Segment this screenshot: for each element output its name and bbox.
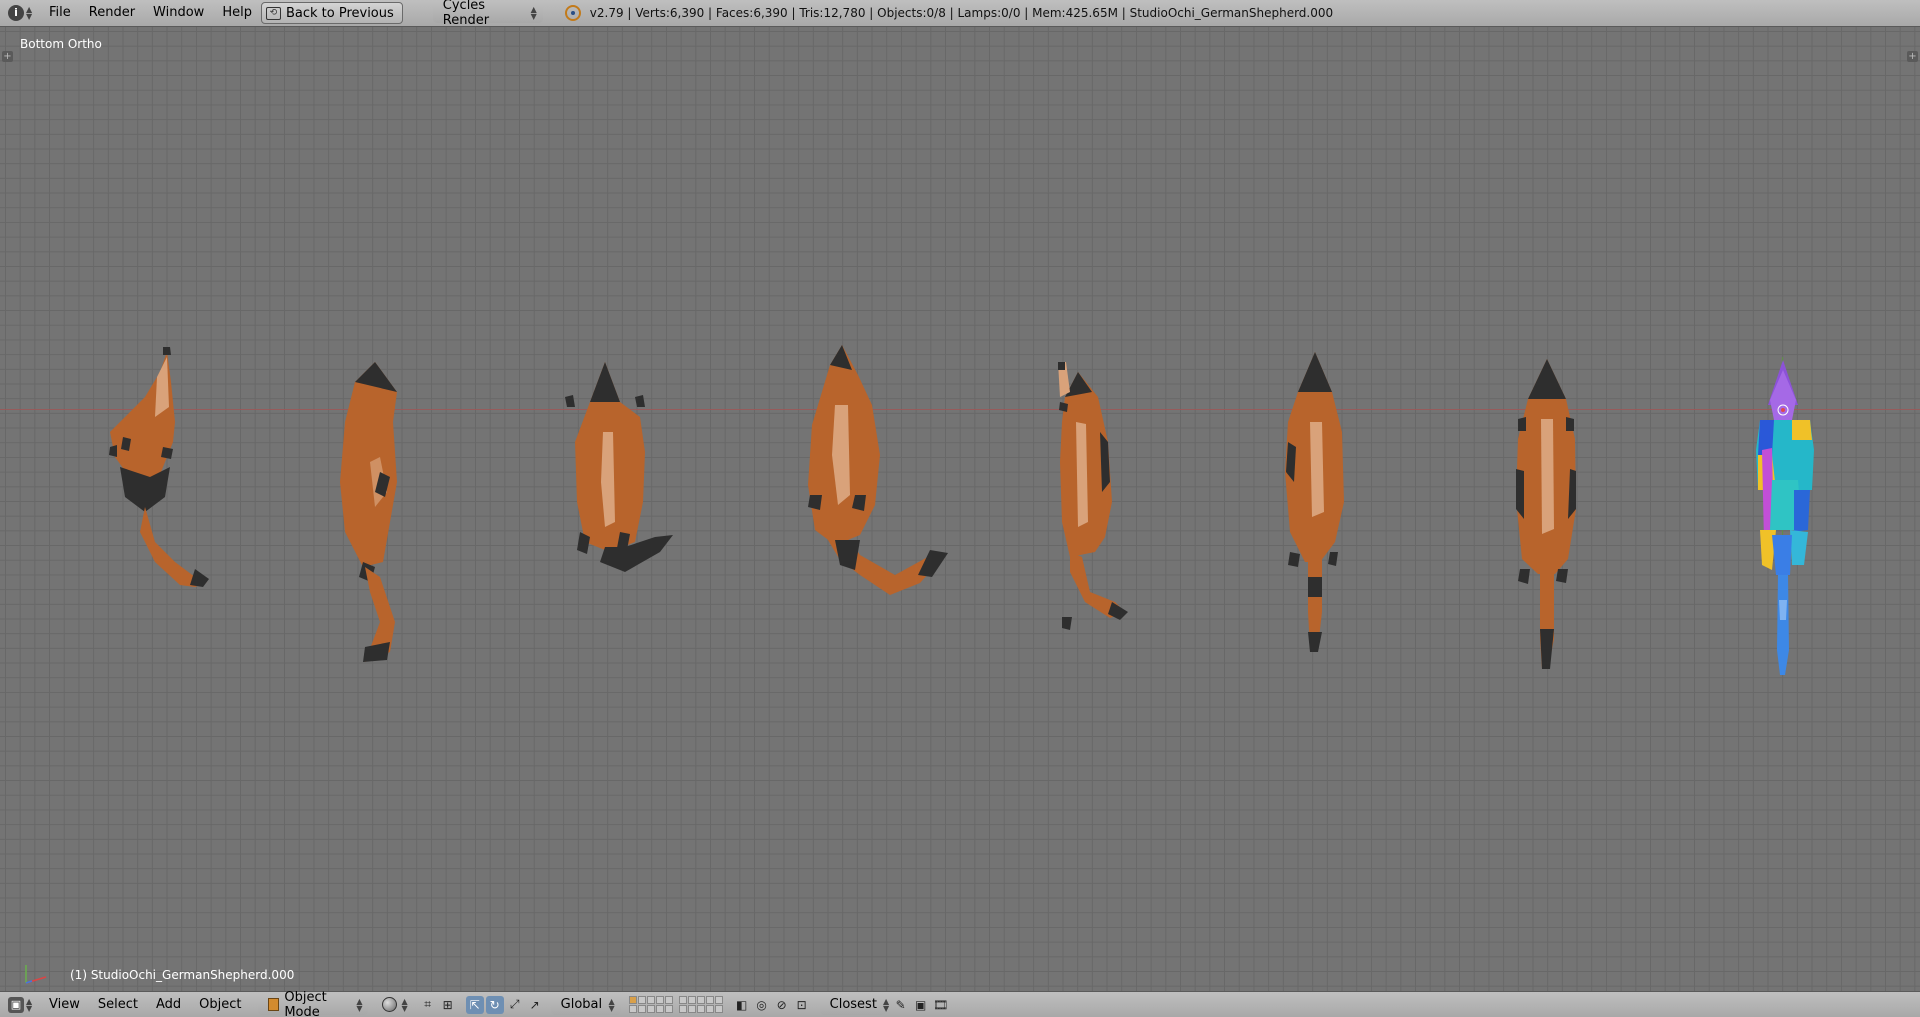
info-header: i ▲ ▼ File Render Window Help ⟲ Back to P… bbox=[0, 0, 1920, 28]
toolshelf-toggle-icon[interactable]: + bbox=[2, 51, 13, 62]
dog-model-2[interactable] bbox=[335, 362, 415, 662]
dog-model-6[interactable] bbox=[1280, 352, 1350, 662]
back-to-previous-label: Back to Previous bbox=[285, 5, 394, 21]
back-to-previous-button[interactable]: ⟲ Back to Previous bbox=[260, 2, 403, 24]
back-screen-icon: ⟲ bbox=[265, 6, 281, 20]
scale-manipulator-icon[interactable]: ⤢ bbox=[506, 996, 524, 1014]
blender-logo-icon bbox=[564, 5, 581, 21]
snap-toggle-icon[interactable]: ⊘ bbox=[773, 996, 791, 1014]
snap-element-icon[interactable]: ⊡ bbox=[793, 996, 811, 1014]
opengl-render-icon[interactable]: ✎ bbox=[892, 996, 910, 1014]
snap-target-dropdown[interactable]: Closest ▲ ▼ bbox=[819, 994, 890, 1015]
updown-icon: ▲ ▼ bbox=[882, 996, 890, 1013]
updown-icon: ▲ ▼ bbox=[608, 996, 615, 1013]
menu-select[interactable]: Select bbox=[89, 997, 147, 1012]
object-mode-icon bbox=[268, 998, 280, 1011]
layer-grid-left[interactable] bbox=[628, 996, 673, 1013]
dog-model-3[interactable] bbox=[565, 362, 675, 617]
active-object-label: (1) StudioOchi_GermanShepherd.000 bbox=[70, 968, 295, 982]
updown-icon: ▲ ▼ bbox=[356, 996, 363, 1013]
manipulator-extra-icon[interactable]: ↗ bbox=[526, 996, 544, 1014]
menu-object[interactable]: Object bbox=[190, 997, 250, 1012]
manipulator-toggle-button[interactable]: ⊞ bbox=[439, 996, 457, 1014]
axis-gizmo-icon bbox=[25, 965, 47, 984]
proportional-edit-icon[interactable]: ◎ bbox=[753, 996, 771, 1014]
menu-help[interactable]: Help bbox=[213, 2, 261, 24]
menu-view[interactable]: View bbox=[40, 997, 89, 1012]
menu-window[interactable]: Window bbox=[144, 2, 213, 24]
translate-manipulator-icon[interactable]: ⇱ bbox=[465, 995, 484, 1014]
render-image-icon[interactable]: ▣ bbox=[912, 996, 930, 1014]
blender-window: i ▲ ▼ File Render Window Help ⟲ Back to P… bbox=[0, 0, 1920, 1017]
view-name-label: Bottom Ortho bbox=[20, 37, 102, 51]
editor-type-selector[interactable]: i ▲ ▼ bbox=[8, 3, 40, 23]
viewport-shading-button[interactable] bbox=[380, 996, 398, 1014]
dog-model-7[interactable] bbox=[1510, 359, 1580, 669]
3d-view-header: ▣ ▲ ▼ View Select Add Object Object Mode … bbox=[0, 990, 1920, 1017]
lock-camera-icon[interactable]: ◧ bbox=[733, 996, 751, 1014]
dog-model-5[interactable] bbox=[1040, 362, 1140, 652]
x-axis-line bbox=[0, 409, 1920, 410]
transform-orientation-dropdown[interactable]: Global ▲ ▼ bbox=[550, 994, 621, 1015]
updown-icon: ▲ ▼ bbox=[26, 5, 33, 21]
render-animation-icon[interactable]: 🎞 bbox=[932, 996, 950, 1014]
pivot-point-button[interactable]: ⌗ bbox=[419, 996, 437, 1014]
scene-stats: v2.79 | Verts:6,390 | Faces:6,390 | Tris… bbox=[589, 6, 1334, 20]
info-icon: i bbox=[8, 5, 24, 21]
3d-viewport[interactable]: Bottom Ortho + + (1) StudioOchi_GermanSh… bbox=[0, 27, 1920, 991]
menu-file[interactable]: File bbox=[40, 2, 80, 24]
rotate-manipulator-icon[interactable]: ↻ bbox=[485, 995, 504, 1014]
orientation-value: Global bbox=[560, 997, 603, 1012]
menu-add[interactable]: Add bbox=[147, 997, 190, 1012]
scene-layers[interactable] bbox=[628, 996, 729, 1013]
updown-icon: ▲ ▼ bbox=[26, 996, 33, 1013]
layer-grid-right[interactable] bbox=[678, 996, 723, 1013]
dog-model-4[interactable] bbox=[800, 345, 950, 635]
shading-sphere-icon bbox=[381, 997, 397, 1012]
cube-icon: ▣ bbox=[8, 996, 24, 1013]
menu-render[interactable]: Render bbox=[80, 2, 144, 24]
render-engine-dropdown[interactable]: Cycles Render ▲ ▼ bbox=[432, 0, 543, 28]
updown-icon: ▲ ▼ bbox=[530, 5, 537, 21]
mode-value: Object Mode bbox=[284, 989, 327, 1017]
snap-target-value: Closest bbox=[829, 997, 877, 1012]
updown-icon: ▲ ▼ bbox=[401, 996, 408, 1013]
dog-model-1[interactable] bbox=[95, 347, 215, 627]
render-engine-value: Cycles Render bbox=[442, 0, 490, 28]
properties-toggle-icon[interactable]: + bbox=[1907, 51, 1918, 62]
interaction-mode-dropdown[interactable]: Object Mode ▲ ▼ bbox=[258, 990, 369, 1017]
dog-model-8-uv-textured[interactable] bbox=[1752, 360, 1818, 675]
view3d-editor-selector[interactable]: ▣ ▲ ▼ bbox=[8, 995, 40, 1015]
mode-value-wrap: Object Mode bbox=[268, 990, 350, 1017]
